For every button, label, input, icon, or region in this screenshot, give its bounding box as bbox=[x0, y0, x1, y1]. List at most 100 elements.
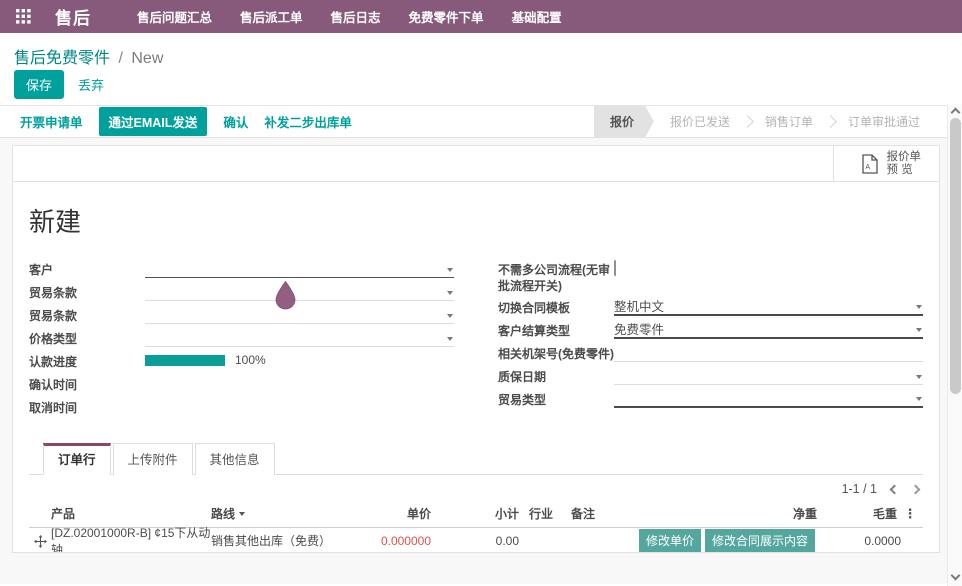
dropdown-caret-icon bbox=[447, 268, 453, 272]
nav-item-issues-summary[interactable]: 售后问题汇总 bbox=[137, 7, 212, 26]
confirm-time-label: 确认时间 bbox=[29, 376, 145, 393]
col-header-industry[interactable]: 行业 bbox=[519, 505, 561, 522]
customer-label: 客户 bbox=[29, 261, 145, 278]
rack-number-label: 相关机架号(免费零件) bbox=[498, 345, 614, 362]
dropdown-caret-icon bbox=[447, 314, 453, 318]
scroll-up-icon[interactable] bbox=[951, 108, 961, 118]
top-nav-menu: 售后问题汇总 售后派工单 售后日志 免费零件下单 基础配置 bbox=[137, 7, 562, 26]
form-left-column: 客户 贸易条款 bbox=[29, 261, 454, 422]
col-header-remark[interactable]: 备注 bbox=[561, 505, 613, 522]
drag-handle-icon[interactable] bbox=[29, 533, 51, 547]
save-button[interactable]: 保存 bbox=[14, 70, 64, 99]
cancel-time-field bbox=[145, 399, 454, 416]
col-header-route[interactable]: 路线 bbox=[211, 505, 351, 522]
tab-upload-attachments[interactable]: 上传附件 bbox=[113, 443, 193, 475]
vertical-scrollbar[interactable] bbox=[947, 104, 962, 586]
trade-terms-label: 贸易条款 bbox=[29, 284, 145, 301]
contract-template-field[interactable]: 整机中文 bbox=[614, 299, 923, 316]
modify-contract-display-button[interactable]: 修改合同展示内容 bbox=[705, 529, 815, 552]
trade-terms2-field[interactable] bbox=[145, 307, 454, 324]
cell-product[interactable]: [DZ.02001000R-B] ¢15下从动轴 bbox=[51, 524, 211, 554]
pdf-document-icon: A bbox=[862, 154, 879, 174]
confirm-button[interactable]: 确认 bbox=[223, 112, 248, 131]
app-brand[interactable]: 售后 bbox=[55, 4, 91, 29]
col-header-unit-price[interactable]: 单价 bbox=[351, 505, 431, 522]
cancel-time-label: 取消时间 bbox=[29, 399, 145, 416]
breadcrumb-parent-link[interactable]: 售后免费零件 bbox=[14, 50, 110, 67]
cell-buttons: 修改单价 修改合同展示内容 bbox=[613, 529, 815, 552]
customer-field[interactable] bbox=[145, 261, 454, 278]
invoice-request-button[interactable]: 开票申请单 bbox=[20, 112, 83, 131]
no-multi-company-checkbox[interactable] bbox=[614, 260, 616, 276]
optional-columns-icon[interactable]: ⋮ bbox=[897, 509, 923, 519]
content-area: A 报价单 预 览 新建 客户 bbox=[0, 138, 962, 584]
app-window: 售后 售后问题汇总 售后派工单 售后日志 免费零件下单 基础配置 售后免费零件 … bbox=[0, 0, 962, 586]
progress-percent: 100% bbox=[235, 353, 266, 367]
modify-unit-price-button[interactable]: 修改单价 bbox=[639, 529, 701, 552]
breadcrumb-bar: 售后免费零件 / New bbox=[0, 33, 962, 67]
status-step-quotation-sent[interactable]: 报价已发送 bbox=[654, 106, 746, 138]
status-step-sales-order[interactable]: 销售订单 bbox=[749, 106, 829, 138]
dropdown-caret-icon bbox=[916, 305, 922, 309]
order-lines-table: 产品 路线 单价 小计 行业 备注 净重 毛重 bbox=[29, 502, 923, 553]
nav-item-work-orders[interactable]: 售后派工单 bbox=[240, 7, 303, 26]
confirm-time-field bbox=[145, 376, 454, 393]
scrollbar-thumb[interactable] bbox=[950, 118, 961, 394]
top-nav-bar: 售后 售后问题汇总 售后派工单 售后日志 免费零件下单 基础配置 bbox=[0, 0, 962, 33]
price-type-label: 价格类型 bbox=[29, 330, 145, 347]
settlement-type-label: 客户结算类型 bbox=[498, 322, 614, 339]
apps-grid-icon[interactable] bbox=[16, 9, 31, 24]
reissue-two-step-delivery-button[interactable]: 补发二步出库单 bbox=[264, 112, 352, 131]
sort-descending-icon bbox=[239, 512, 245, 516]
status-step-quotation[interactable]: 报价 bbox=[594, 106, 654, 138]
table-row[interactable]: [DZ.02001000R-B] ¢15下从动轴 销售其他出库（免费） 0.00… bbox=[29, 528, 923, 553]
payment-progress-label: 认款进度 bbox=[29, 353, 145, 370]
cell-net-weight[interactable]: 0.0000 bbox=[815, 534, 901, 548]
cell-route[interactable]: 销售其他出库（免费） bbox=[211, 532, 351, 549]
breadcrumb-separator: / bbox=[118, 50, 122, 67]
pager-range: 1-1 / 1 bbox=[842, 482, 877, 496]
discard-button[interactable]: 丢弃 bbox=[78, 75, 104, 94]
status-pipeline: 报价 报价已发送 销售订单 订单审批通过 bbox=[594, 106, 936, 137]
form-sheet: A 报价单 预 览 新建 客户 bbox=[12, 145, 940, 553]
col-header-net-weight[interactable]: 净重 bbox=[731, 505, 817, 522]
breadcrumb-current: New bbox=[131, 50, 163, 67]
cell-gross-weight[interactable]: 0.0000 bbox=[901, 534, 940, 548]
no-multi-company-label: 不需多公司流程(无审批流程开关) bbox=[498, 261, 614, 294]
pager-previous-icon[interactable] bbox=[890, 484, 900, 494]
statusbar-actions: 开票申请单 通过EMAIL发送 确认 补发二步出库单 bbox=[20, 107, 352, 136]
dropdown-caret-icon bbox=[447, 337, 453, 341]
contract-template-label: 切换合同模板 bbox=[498, 299, 614, 316]
send-by-email-button[interactable]: 通过EMAIL发送 bbox=[99, 107, 208, 136]
col-header-subtotal[interactable]: 小计 bbox=[431, 505, 519, 522]
warranty-date-field[interactable] bbox=[614, 368, 923, 385]
trade-type-field[interactable] bbox=[614, 391, 923, 408]
trade-terms-field[interactable] bbox=[145, 284, 454, 301]
drop-pin-marker-icon bbox=[273, 281, 298, 310]
tab-order-lines[interactable]: 订单行 bbox=[43, 443, 111, 475]
nav-item-free-parts-order[interactable]: 免费零件下单 bbox=[409, 7, 484, 26]
quotation-preview-button[interactable]: A 报价单 预 览 bbox=[833, 146, 940, 181]
dropdown-caret-icon bbox=[916, 328, 922, 332]
pager-next-icon[interactable] bbox=[911, 484, 921, 494]
tab-other-info[interactable]: 其他信息 bbox=[195, 443, 275, 475]
status-step-order-approved[interactable]: 订单审批通过 bbox=[832, 106, 936, 138]
svg-text:A: A bbox=[865, 164, 870, 171]
cell-unit-price[interactable]: 0.000000 bbox=[351, 534, 431, 548]
col-header-product[interactable]: 产品 bbox=[51, 505, 211, 522]
nav-item-base-config[interactable]: 基础配置 bbox=[512, 7, 562, 26]
form-grid: 客户 贸易条款 bbox=[29, 261, 923, 422]
notebook: 订单行 上传附件 其他信息 1-1 / 1 产品 bbox=[29, 442, 923, 553]
nav-item-logs[interactable]: 售后日志 bbox=[331, 7, 381, 26]
cell-subtotal: 0.00 bbox=[431, 534, 519, 548]
scroll-down-icon[interactable] bbox=[951, 571, 961, 581]
progress-fill bbox=[145, 355, 225, 366]
warranty-date-label: 质保日期 bbox=[498, 368, 614, 385]
status-bar: 开票申请单 通过EMAIL发送 确认 补发二步出库单 报价 报价已发送 销售订单… bbox=[0, 105, 962, 138]
rack-number-field[interactable] bbox=[614, 345, 923, 362]
price-type-field[interactable] bbox=[145, 330, 454, 347]
control-button-bar: 保存 丢弃 bbox=[0, 67, 962, 105]
tab-bar: 订单行 上传附件 其他信息 bbox=[29, 442, 923, 475]
col-header-gross-weight[interactable]: 毛重 bbox=[817, 505, 897, 522]
settlement-type-field[interactable]: 免费零件 bbox=[614, 322, 923, 339]
